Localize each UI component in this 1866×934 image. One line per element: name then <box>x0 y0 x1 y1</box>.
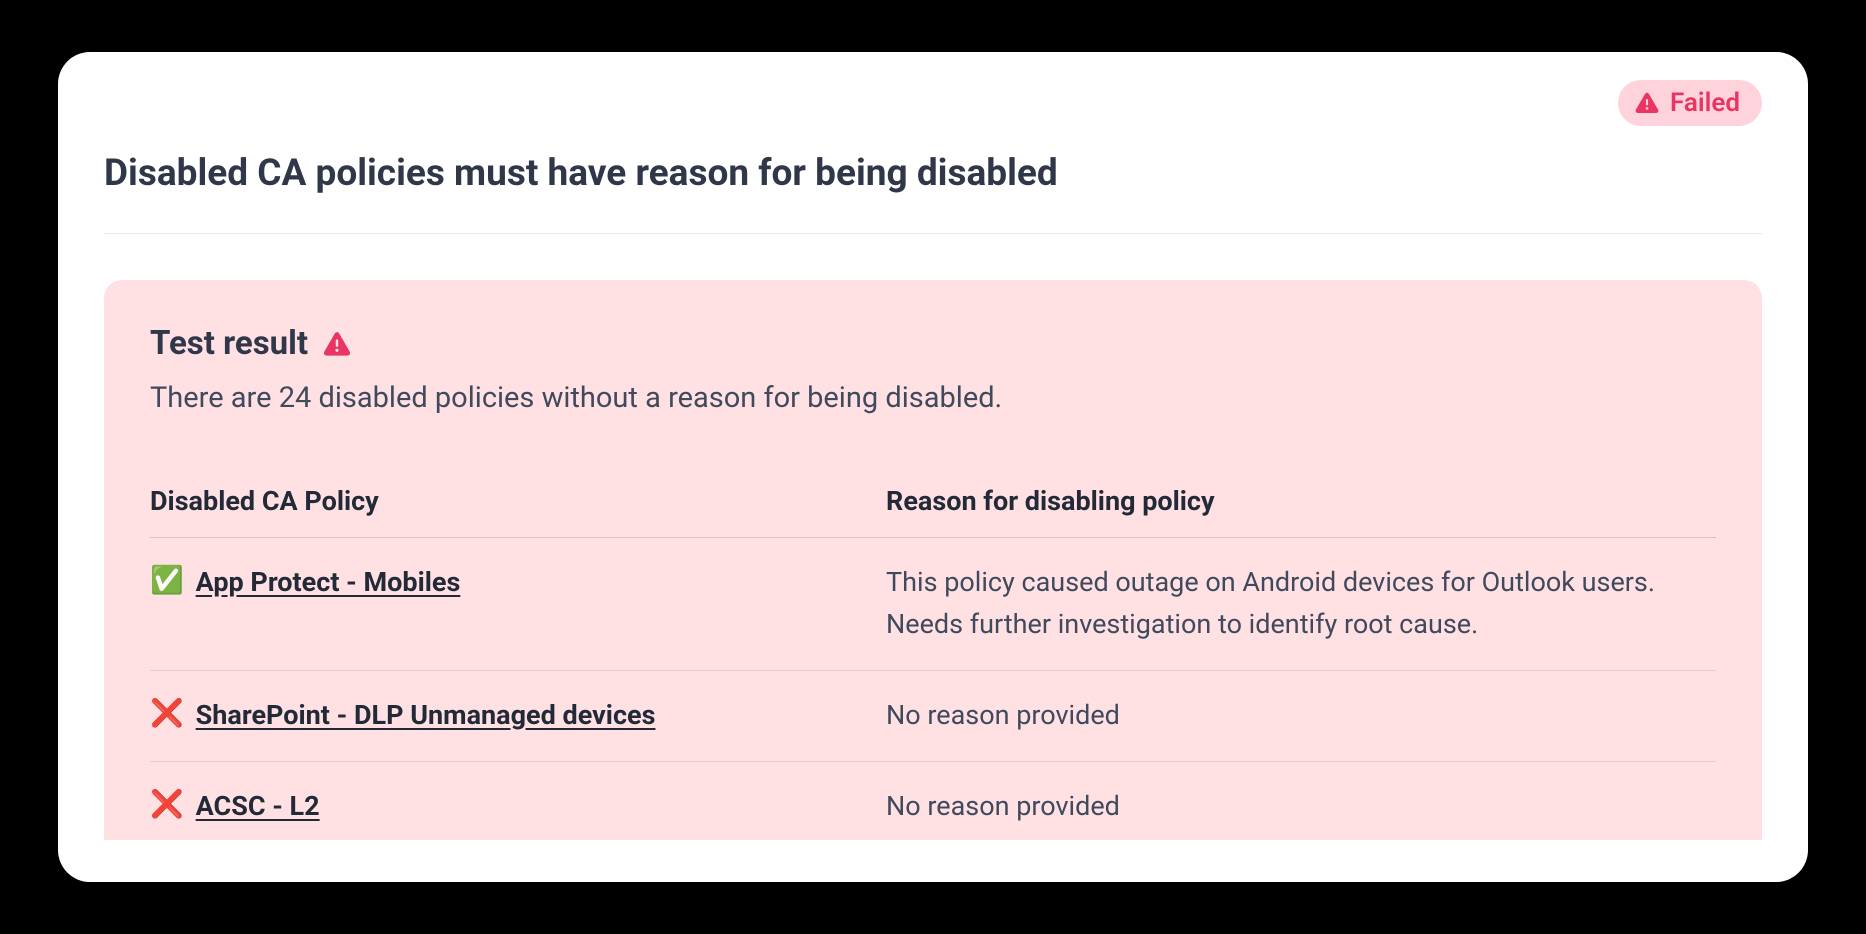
cross-icon: ❌ <box>150 786 184 824</box>
table-header-reason: Reason for disabling policy <box>886 469 1716 538</box>
divider <box>104 233 1762 234</box>
table-row: ✅ App Protect - Mobiles This policy caus… <box>150 538 1716 671</box>
page-title: Disabled CA policies must have reason fo… <box>104 152 1762 195</box>
reason-cell: This policy caused outage on Android dev… <box>886 538 1716 671</box>
test-result-panel: Test result There are 24 disabled polici… <box>104 280 1762 840</box>
result-heading: Test result <box>150 324 308 363</box>
table-row: ❌ SharePoint - DLP Unmanaged devices No … <box>150 670 1716 761</box>
policy-link[interactable]: SharePoint - DLP Unmanaged devices <box>196 695 656 737</box>
status-badge-label: Failed <box>1670 88 1740 118</box>
cross-icon: ❌ <box>150 695 184 733</box>
policy-link[interactable]: ACSC - L2 <box>196 786 320 828</box>
table-header-policy: Disabled CA Policy <box>150 469 886 538</box>
report-card: Failed Disabled CA policies must have re… <box>58 52 1808 882</box>
result-header: Test result <box>150 324 1716 363</box>
table-row: ❌ ACSC - L2 No reason provided <box>150 761 1716 851</box>
reason-cell: No reason provided <box>886 670 1716 761</box>
reason-cell: No reason provided <box>886 761 1716 851</box>
warning-icon <box>322 329 352 359</box>
policy-link[interactable]: App Protect - Mobiles <box>196 562 461 604</box>
warning-icon <box>1634 90 1660 116</box>
status-badge: Failed <box>1618 80 1762 126</box>
policies-table: Disabled CA Policy Reason for disabling … <box>150 469 1716 851</box>
result-summary: There are 24 disabled policies without a… <box>150 381 1716 415</box>
check-icon: ✅ <box>150 562 184 600</box>
